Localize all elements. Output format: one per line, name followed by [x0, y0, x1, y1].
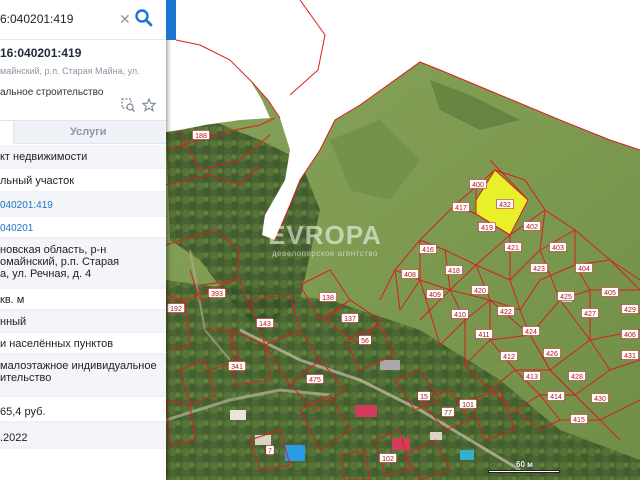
cadastral-value: 65,4 руб.: [0, 406, 46, 418]
row-status: нный: [0, 311, 166, 333]
parcel-label[interactable]: 429: [624, 307, 636, 314]
star-icon[interactable]: [141, 97, 157, 112]
land-category-value: и населённых пунктов: [0, 338, 114, 350]
clear-icon[interactable]: ✕: [119, 11, 131, 27]
tab-services[interactable]: Услуги: [70, 121, 107, 144]
parcel-label[interactable]: 418: [448, 268, 460, 275]
parcel-label[interactable]: 56: [361, 338, 369, 345]
parcel-label[interactable]: 102: [382, 456, 394, 463]
parcel-label[interactable]: 404: [578, 266, 590, 273]
parcel-label[interactable]: 421: [507, 245, 519, 252]
parcel-label[interactable]: 15: [420, 394, 428, 401]
parcel-label[interactable]: 341: [231, 364, 243, 371]
row-address: новская область, р-н омайнский, р.п. Ста…: [0, 239, 166, 289]
tab-info[interactable]: [0, 121, 14, 144]
row-object-kind: льный участок: [0, 169, 166, 193]
parcel-label[interactable]: 425: [560, 294, 572, 301]
parcel-label[interactable]: 138: [322, 295, 334, 302]
row-cadastral-quarter: 040201: [0, 217, 166, 239]
row-update-date: .2022: [0, 423, 166, 449]
parcel-label[interactable]: 409: [429, 292, 441, 299]
parcel-label[interactable]: 415: [573, 417, 585, 424]
row-permitted-use: малоэтажное индивидуальное ительство: [0, 355, 166, 397]
attribute-list: кт недвижимости льный участок 040201:419…: [0, 145, 166, 449]
parcel-label[interactable]: 188: [195, 133, 207, 140]
parcel-label[interactable]: 137: [344, 316, 356, 323]
parcel-label[interactable]: 393: [211, 291, 223, 298]
search-accent-strip: [166, 0, 176, 40]
status-value: нный: [0, 316, 27, 328]
parcel-label[interactable]: 7: [268, 448, 272, 455]
parcel-label[interactable]: 423: [533, 266, 545, 273]
parcel-label[interactable]: 143: [259, 321, 271, 328]
parcel-label[interactable]: 416: [422, 247, 434, 254]
parcel-label[interactable]: 426: [546, 351, 558, 358]
parcel-label[interactable]: 420: [474, 288, 486, 295]
address-value: новская область, р-н омайнский, р.п. Ста…: [0, 244, 120, 280]
update-date-value: .2022: [0, 432, 28, 444]
parcel-label[interactable]: 400: [472, 182, 484, 189]
search-input[interactable]: [0, 0, 120, 38]
parcel-label[interactable]: 475: [309, 377, 321, 384]
card-actions: [121, 97, 161, 114]
cadastral-number-link[interactable]: 040201:419: [0, 200, 53, 212]
parcel-label[interactable]: 424: [525, 329, 537, 336]
permitted-use-value: малоэтажное индивидуальное ительство: [0, 360, 157, 384]
parcel-label[interactable]: 412: [503, 354, 515, 361]
parcel-label[interactable]: 413: [526, 374, 538, 381]
parcel-label[interactable]: 406: [624, 332, 636, 339]
parcel-label[interactable]: 403: [552, 245, 564, 252]
row-cadastral-number: 040201:419: [0, 193, 166, 217]
cadastral-number-title: 16:040201:419: [0, 46, 82, 60]
card-tabs: Услуги: [0, 120, 166, 144]
scale-bar: [488, 470, 560, 473]
parcel-label[interactable]: 428: [571, 374, 583, 381]
scale-label: 60 м: [516, 460, 534, 469]
row-area: кв. м: [0, 289, 166, 311]
parcel-label[interactable]: 427: [584, 311, 596, 318]
parcel-label[interactable]: 430: [594, 396, 606, 403]
search-bar: ✕: [0, 0, 166, 40]
map-scale: 60 м: [486, 460, 560, 474]
parcel-label[interactable]: 408: [404, 272, 416, 279]
row-land-category: и населённых пунктов: [0, 333, 166, 355]
parcel-label[interactable]: 422: [500, 309, 512, 316]
parcel-label[interactable]: 414: [550, 394, 562, 401]
parcel-label[interactable]: 411: [478, 332, 489, 339]
parcel-label[interactable]: 101: [462, 402, 474, 409]
parcel-label[interactable]: 410: [454, 312, 466, 319]
area-value: кв. м: [0, 294, 25, 306]
row-cadastral-value: 65,4 руб.: [0, 397, 166, 423]
parcel-label[interactable]: 192: [170, 306, 182, 313]
parcel-label[interactable]: 417: [455, 205, 467, 212]
cadastral-quarter-link[interactable]: 040201: [0, 223, 33, 235]
object-card-header: 16:040201:419 майнский, р.п. Старая Майн…: [0, 40, 166, 101]
zoom-to-object-icon[interactable]: [121, 98, 135, 112]
search-icon[interactable]: [134, 8, 154, 28]
parcel-label[interactable]: 77: [444, 410, 452, 417]
parcel-label[interactable]: 405: [604, 290, 616, 297]
object-type-value: кт недвижимости: [0, 151, 88, 163]
row-object-type: кт недвижимости: [0, 145, 166, 169]
info-panel: ✕ 16:040201:419 майнский, р.п. Старая Ма…: [0, 0, 166, 480]
parcel-label[interactable]: 431: [624, 353, 636, 360]
parcel-label[interactable]: 402: [526, 224, 538, 231]
parcel-label[interactable]: 419: [481, 225, 493, 232]
address-line: майнский, р.п. Старая Майна, ул.: [0, 66, 140, 76]
object-kind-value: льный участок: [0, 175, 75, 187]
parcel-label[interactable]: 432: [499, 202, 511, 209]
